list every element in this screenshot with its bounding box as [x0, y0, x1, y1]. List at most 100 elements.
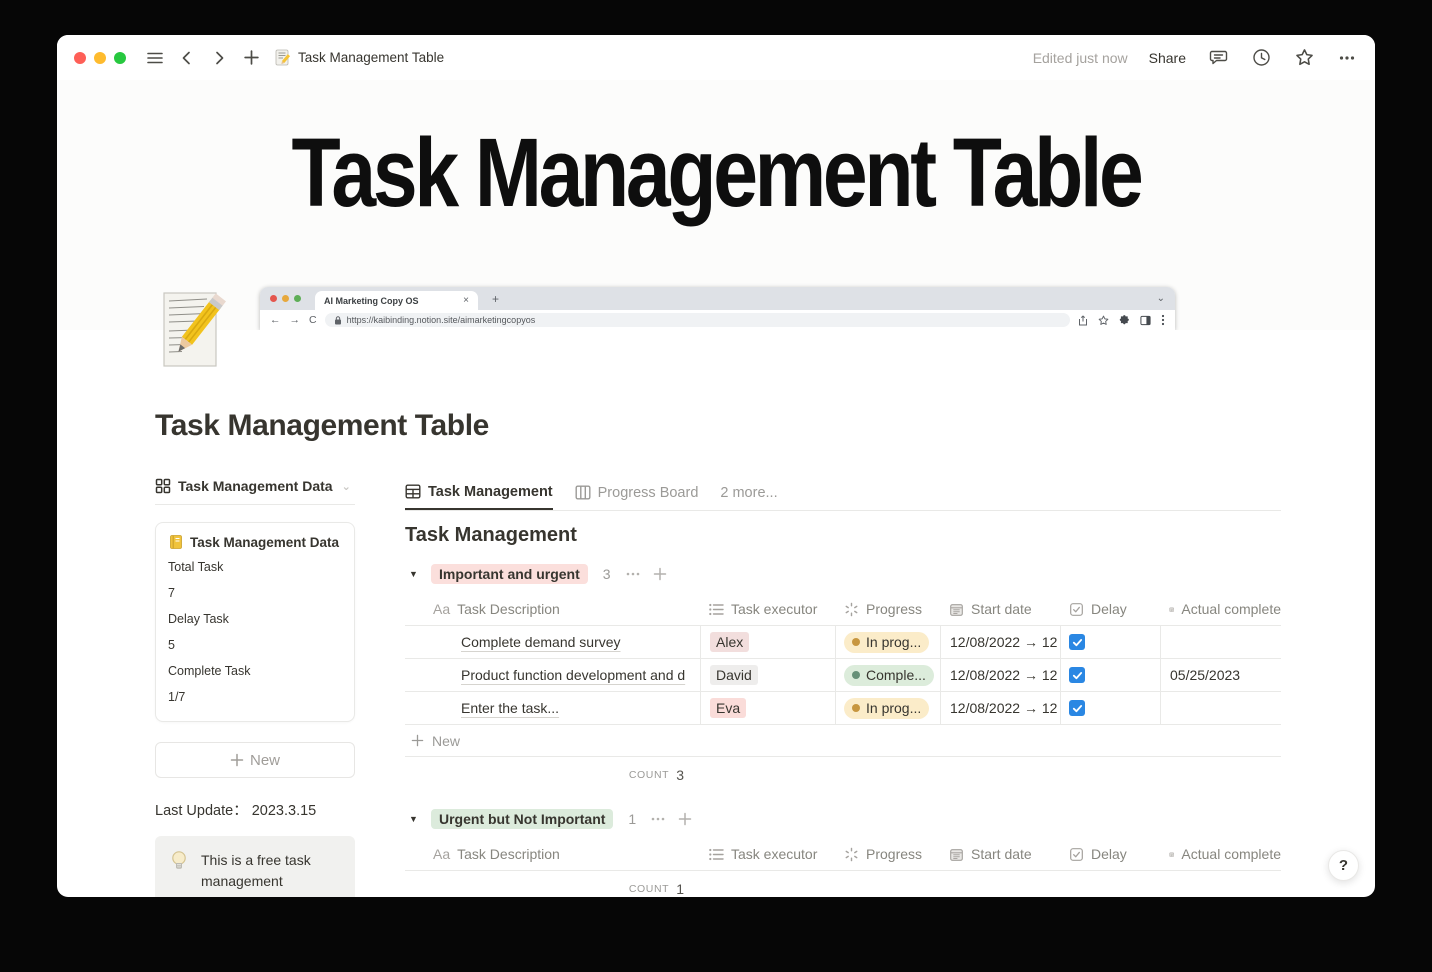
table-view-icon — [405, 484, 421, 499]
executor-cell[interactable]: David — [700, 659, 835, 691]
tab-task-management[interactable]: Task Management — [405, 475, 553, 510]
comments-icon[interactable] — [1207, 47, 1229, 69]
task-title-cell[interactable]: Complete demand survey — [405, 626, 700, 658]
browser-mockup: AI Marketing Copy OS × + ⌄ ← → C https://k… — [260, 287, 1175, 330]
start-date-cell[interactable]: 12/08/2022 → 12 — [940, 692, 1060, 724]
browser-menu-kebab-icon — [1161, 314, 1165, 326]
group-add-icon[interactable] — [653, 567, 667, 581]
more-options-icon[interactable] — [1336, 47, 1358, 69]
progress-cell[interactable]: In prog... — [835, 626, 940, 658]
menu-icon[interactable] — [144, 47, 166, 69]
tab-close-icon: × — [463, 295, 469, 306]
back-icon[interactable] — [176, 47, 198, 69]
plus-icon — [230, 753, 244, 767]
actual-complete-cell[interactable] — [1160, 626, 1281, 658]
table-row[interactable]: Complete demand survey Alex In prog... 1… — [405, 626, 1281, 659]
minimize-window-button[interactable] — [94, 51, 106, 64]
cover-title: Task Management Table — [291, 118, 1144, 227]
browser-action-icons — [1078, 314, 1165, 326]
count-label: COUNT — [628, 883, 670, 895]
checkbox-checked-icon[interactable] — [1069, 700, 1085, 716]
table-header-row: Aa Task Description Task executor Progres… — [405, 593, 1281, 626]
column-header-actual-complete[interactable]: Actual complete — [1160, 593, 1281, 625]
column-header-executor[interactable]: Task executor — [700, 838, 835, 870]
column-header-start-date[interactable]: Start date — [940, 838, 1060, 870]
table-row[interactable]: Enter the task... Eva In prog... 12/08/2… — [405, 692, 1281, 725]
column-header-progress[interactable]: Progress — [835, 593, 940, 625]
new-tab-icon: + — [492, 291, 500, 306]
toolbar: Task Management Table Edited just now Sh… — [57, 35, 1375, 80]
group-add-icon[interactable] — [678, 812, 692, 826]
column-header-progress[interactable]: Progress — [835, 838, 940, 870]
new-page-icon[interactable] — [240, 47, 262, 69]
callout-text: This is a free task management system. — [201, 852, 311, 897]
executor-cell[interactable]: Alex — [700, 626, 835, 658]
browser-star-icon — [1098, 315, 1109, 325]
delay-cell[interactable] — [1060, 692, 1160, 724]
executor-tag: Eva — [710, 698, 747, 718]
group-badge[interactable]: Urgent but Not Important — [431, 809, 614, 829]
start-date-cell[interactable]: 12/08/2022 → 12 — [940, 659, 1060, 691]
progress-cell[interactable]: Comple... — [835, 659, 940, 691]
zoom-window-button[interactable] — [114, 51, 126, 64]
browser-address-bar: https://kaibinding.notion.site/aimarketi… — [324, 313, 1070, 327]
progress-cell[interactable]: In prog... — [835, 692, 940, 724]
browser-url: https://kaibinding.notion.site/aimarketi… — [346, 315, 536, 325]
toggle-triangle-icon[interactable]: ▼ — [409, 814, 427, 824]
window-controls — [74, 51, 126, 64]
history-icon[interactable] — [1250, 47, 1272, 69]
favorite-star-icon[interactable] — [1293, 47, 1315, 69]
start-date-cell[interactable]: 12/08/2022 → 12 — [940, 626, 1060, 658]
toolbar-actions: Edited just now Share — [1033, 47, 1358, 69]
extensions-puzzle-icon — [1119, 314, 1129, 324]
status-pill: In prog... — [844, 631, 930, 653]
delay-cell[interactable] — [1060, 626, 1160, 658]
browser-tab-title: AI Marketing Copy OS — [324, 295, 419, 306]
toggle-triangle-icon[interactable]: ▼ — [409, 569, 427, 579]
checkbox-checked-icon[interactable] — [1069, 634, 1085, 650]
group-more-icon[interactable] — [650, 811, 666, 827]
delay-cell[interactable] — [1060, 659, 1160, 691]
table-row[interactable]: Product function development and d David… — [405, 659, 1281, 692]
actual-complete-cell[interactable]: 05/25/2023 — [1160, 659, 1281, 691]
tab-progress-board[interactable]: Progress Board — [575, 475, 698, 510]
column-header-actual-complete[interactable]: Actual complete — [1160, 838, 1281, 870]
forward-icon[interactable] — [208, 47, 230, 69]
field-label: Complete Task — [168, 664, 251, 678]
page-icon-pencil-memo[interactable] — [160, 291, 228, 369]
close-window-button[interactable] — [74, 51, 86, 64]
share-button[interactable]: Share — [1149, 50, 1186, 66]
executor-tag: Alex — [710, 632, 750, 652]
task-title-cell[interactable]: Product function development and d — [405, 659, 700, 691]
column-header-start-date[interactable]: Start date — [940, 593, 1060, 625]
help-button[interactable]: ? — [1328, 850, 1359, 881]
page-title: Task Management Table — [155, 409, 489, 442]
browser-mockup-window-controls — [270, 295, 301, 302]
status-pill: Comple... — [844, 664, 934, 686]
new-row-button[interactable]: New — [405, 725, 1281, 757]
breadcrumb[interactable]: Task Management Table — [274, 49, 444, 66]
column-header-description[interactable]: Aa Task Description — [405, 593, 700, 625]
column-header-executor[interactable]: Task executor — [700, 593, 835, 625]
side-panel-icon — [1140, 315, 1151, 325]
checkbox-property-icon — [1070, 602, 1083, 616]
column-header-delay[interactable]: Delay — [1060, 593, 1160, 625]
gallery-view-icon — [155, 478, 171, 494]
sidebar-new-button[interactable]: New — [155, 742, 355, 778]
checkbox-checked-icon[interactable] — [1069, 667, 1085, 683]
actual-complete-cell[interactable] — [1160, 692, 1281, 724]
group-more-icon[interactable] — [625, 566, 641, 582]
view-title: Task Management Data — [178, 478, 333, 494]
linked-view-header[interactable]: Task Management Data ⌄ — [155, 478, 355, 505]
field-value: 5 — [168, 638, 175, 652]
group-badge[interactable]: Important and urgent — [431, 564, 588, 584]
column-header-delay[interactable]: Delay — [1060, 838, 1160, 870]
text-type-icon: Aa — [433, 601, 451, 617]
gallery-card[interactable]: Task Management Data Total Task 7 Delay … — [155, 522, 355, 722]
main-content: Task Management Progress Board 2 more...… — [405, 475, 1281, 897]
task-title-cell[interactable]: Enter the task... — [405, 692, 700, 724]
column-header-description[interactable]: Aa Task Description — [405, 838, 700, 870]
callout: This is a free task management system. — [155, 836, 355, 897]
executor-cell[interactable]: Eva — [700, 692, 835, 724]
tabs-more[interactable]: 2 more... — [720, 475, 777, 510]
